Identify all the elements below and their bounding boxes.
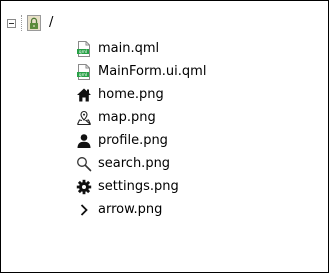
tree-item-profile-png[interactable]: profile.png <box>76 130 168 152</box>
qml-file-icon: qml <box>77 64 90 80</box>
tree-item-label: home.png <box>98 87 164 102</box>
gear-icon <box>76 179 92 195</box>
chevron-right-icon <box>80 204 88 216</box>
tree-item-search-png[interactable]: search.png <box>76 153 170 175</box>
tree-root-row[interactable]: / <box>7 12 53 34</box>
file-tree-panel: / qml main.qml qml MainForm.ui.qml home.… <box>0 0 329 273</box>
tree-item-label: main.qml <box>98 41 160 56</box>
person-icon <box>77 134 91 148</box>
search-icon <box>77 157 92 172</box>
tree-dotted-line <box>21 15 23 31</box>
svg-text:qml: qml <box>79 49 88 55</box>
tree-item-label: search.png <box>98 156 171 171</box>
tree-root-label: / <box>49 15 54 30</box>
map-icon <box>76 110 92 126</box>
svg-text:qml: qml <box>79 72 88 78</box>
tree-item-arrow-png[interactable]: arrow.png <box>76 199 162 221</box>
collapse-toggle-icon[interactable] <box>7 18 16 28</box>
tree-item-label: arrow.png <box>98 202 163 217</box>
qml-file-icon: qml <box>77 41 90 57</box>
tree-item-home-png[interactable]: home.png <box>76 84 164 106</box>
tree-item-label: settings.png <box>98 179 179 194</box>
lock-folder-icon <box>27 15 41 31</box>
tree-item-main-qml[interactable]: qml main.qml <box>76 38 159 60</box>
tree-item-label: profile.png <box>98 133 168 148</box>
home-icon <box>77 88 91 102</box>
tree-item-mainform-ui-qml[interactable]: qml MainForm.ui.qml <box>76 61 206 83</box>
tree-item-settings-png[interactable]: settings.png <box>76 176 179 198</box>
tree-item-map-png[interactable]: map.png <box>76 107 156 129</box>
tree-item-label: map.png <box>98 110 156 125</box>
tree-item-label: MainForm.ui.qml <box>98 64 207 79</box>
